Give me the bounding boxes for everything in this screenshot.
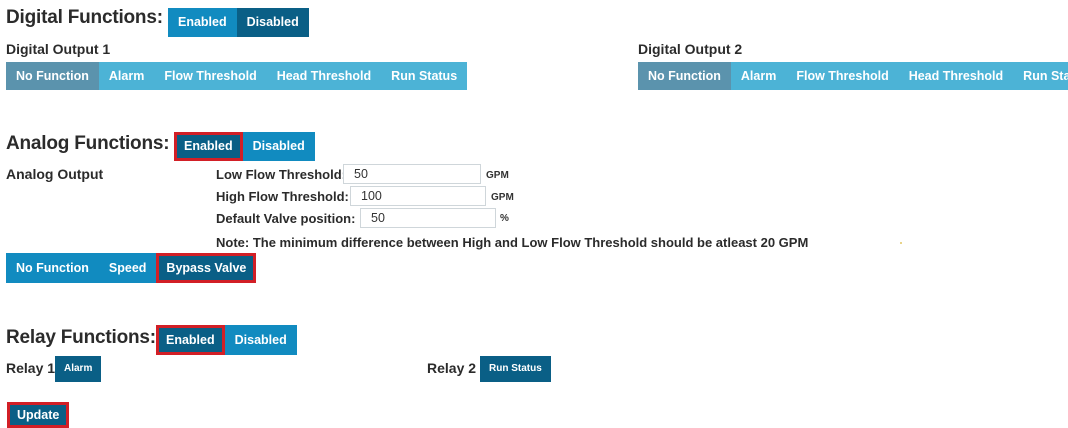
relay-enable-toggle: Enabled Disabled [156, 325, 297, 355]
do2-no-function-button[interactable]: No Function [638, 62, 731, 90]
do1-alarm-button[interactable]: Alarm [98, 62, 155, 90]
update-button[interactable]: Update [7, 402, 70, 428]
do1-no-function-button[interactable]: No Function [6, 62, 99, 90]
analog-disabled-button[interactable]: Disabled [242, 132, 315, 161]
relay-enabled-button[interactable]: Enabled [156, 325, 225, 355]
do2-head-threshold-button[interactable]: Head Threshold [898, 62, 1014, 90]
digital-output-2-options: No Function Alarm Flow Threshold Head Th… [638, 62, 1068, 90]
digital-enable-toggle: Enabled Disabled [168, 8, 309, 37]
digital-functions-title: Digital Functions: [6, 7, 163, 28]
digital-disabled-button[interactable]: Disabled [236, 8, 309, 37]
do1-flow-threshold-button[interactable]: Flow Threshold [154, 62, 267, 90]
ao-bypass-valve-button[interactable]: Bypass Valve [156, 253, 257, 283]
marker-dot [900, 242, 902, 244]
high-flow-threshold-label: High Flow Threshold: [216, 189, 349, 204]
do1-run-status-button[interactable]: Run Status [381, 62, 468, 90]
ao-no-function-button[interactable]: No Function [6, 253, 99, 283]
relay-2-label: Relay 2 [427, 360, 477, 376]
relay-2-selection-button[interactable]: Run Status [480, 356, 551, 382]
digital-enabled-button[interactable]: Enabled [168, 8, 237, 37]
digital-output-2-label: Digital Output 2 [638, 41, 743, 57]
ao-speed-button[interactable]: Speed [98, 253, 157, 283]
relay-1-label: Relay 1 [6, 360, 56, 376]
default-valve-position-input[interactable] [360, 208, 496, 228]
analog-functions-title: Analog Functions: [6, 133, 170, 154]
low-flow-unit: GPM [486, 170, 509, 181]
relay-functions-title: Relay Functions: [6, 327, 156, 348]
low-flow-threshold-input[interactable] [343, 164, 481, 184]
digital-output-1-options: No Function Alarm Flow Threshold Head Th… [6, 62, 468, 90]
analog-enable-toggle: Enabled Disabled [174, 132, 315, 161]
threshold-note: Note: The minimum difference between Hig… [216, 235, 809, 250]
digital-output-1-label: Digital Output 1 [6, 41, 111, 57]
do1-head-threshold-button[interactable]: Head Threshold [266, 62, 382, 90]
valve-position-unit: % [500, 213, 509, 224]
analog-output-options: No Function Speed Bypass Valve [6, 253, 257, 283]
do2-alarm-button[interactable]: Alarm [730, 62, 787, 90]
low-flow-threshold-label: Low Flow Threshold: [216, 167, 346, 182]
analog-output-label: Analog Output [6, 166, 104, 182]
do2-run-status-button[interactable]: Run Status [1013, 62, 1068, 90]
relay-disabled-button[interactable]: Disabled [224, 325, 297, 355]
default-valve-position-label: Default Valve position: [216, 211, 356, 226]
analog-enabled-button[interactable]: Enabled [174, 132, 243, 161]
do2-flow-threshold-button[interactable]: Flow Threshold [786, 62, 899, 90]
high-flow-threshold-input[interactable] [350, 186, 486, 206]
relay-1-selection-button[interactable]: Alarm [55, 356, 102, 382]
high-flow-unit: GPM [491, 192, 514, 203]
